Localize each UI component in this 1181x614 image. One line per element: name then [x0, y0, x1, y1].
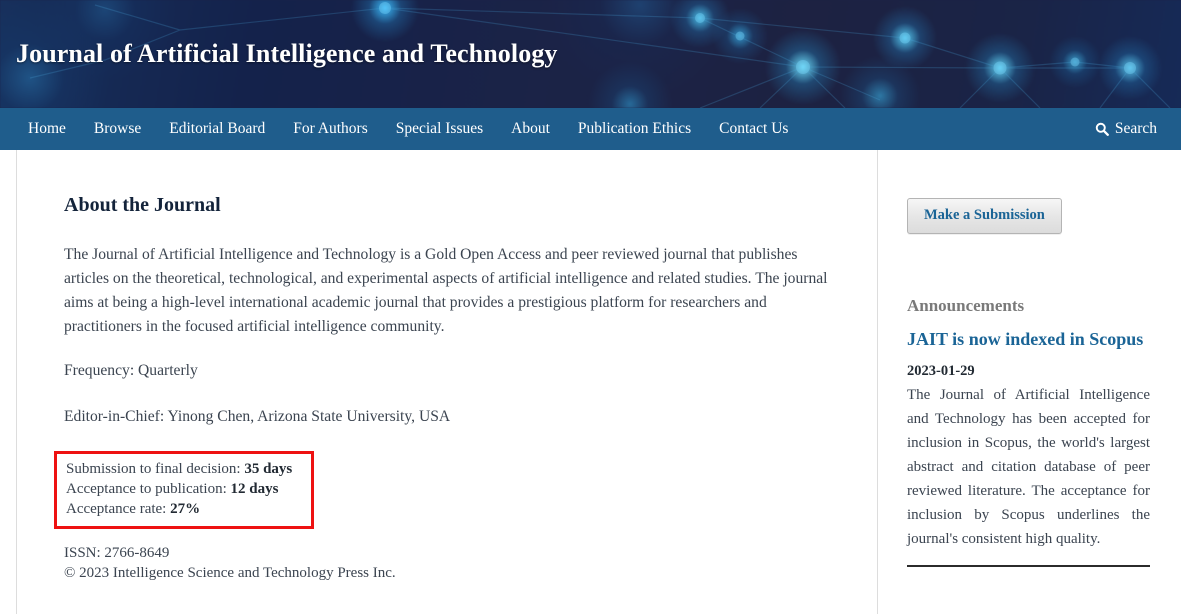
- nav-item-for-authors[interactable]: For Authors: [279, 108, 382, 150]
- left-gutter: [0, 150, 17, 614]
- sidebar: Make a Submission Announcements JAIT is …: [878, 150, 1181, 614]
- page-title: About the Journal: [64, 194, 221, 216]
- nav-item-about[interactable]: About: [497, 108, 564, 150]
- stat-acceptance-rate: Acceptance rate: 27%: [66, 499, 302, 519]
- search-button[interactable]: Search: [1095, 120, 1181, 138]
- nav-item-home[interactable]: Home: [14, 108, 80, 150]
- nav-item-browse[interactable]: Browse: [80, 108, 155, 150]
- search-label: Search: [1114, 120, 1157, 137]
- announcement-title-link[interactable]: JAIT is now indexed in Scopus: [907, 328, 1150, 350]
- announcements-heading: Announcements: [907, 296, 1025, 315]
- stat-label: Submission to final decision:: [66, 461, 241, 477]
- frequency-line: Frequency: Quarterly: [64, 362, 198, 379]
- stat-acceptance-to-publication: Acceptance to publication: 12 days: [66, 479, 302, 499]
- primary-navigation: Home Browse Editorial Board For Authors …: [0, 108, 1181, 150]
- nav-item-publication-ethics[interactable]: Publication Ethics: [564, 108, 705, 150]
- nav-item-list: Home Browse Editorial Board For Authors …: [14, 108, 802, 150]
- nav-item-special-issues[interactable]: Special Issues: [382, 108, 497, 150]
- search-icon: [1095, 122, 1109, 136]
- announcement-body: The Journal of Artificial Intelligence a…: [907, 387, 1150, 547]
- sidebar-divider: [907, 565, 1150, 567]
- site-masthead: Journal of Artificial Intelligence and T…: [0, 0, 1181, 108]
- stat-value: 27%: [170, 501, 201, 517]
- announcement-date: 2023-01-29: [907, 363, 975, 379]
- journal-statistics-box: Submission to final decision: 35 days Ac…: [54, 451, 314, 529]
- stat-label: Acceptance to publication:: [66, 481, 227, 497]
- main-content: About the Journal The Journal of Artific…: [17, 150, 878, 614]
- journal-intro-paragraph: The Journal of Artificial Intelligence a…: [64, 246, 828, 335]
- editor-in-chief-line: Editor-in-Chief: Yinong Chen, Arizona St…: [64, 408, 451, 425]
- stat-label: Acceptance rate:: [66, 501, 167, 517]
- site-title: Journal of Artificial Intelligence and T…: [16, 39, 558, 69]
- nav-item-contact-us[interactable]: Contact Us: [705, 108, 802, 150]
- stat-value: 35 days: [244, 461, 293, 477]
- copyright-line: © 2023 Intelligence Science and Technolo…: [64, 565, 396, 581]
- page-body: About the Journal The Journal of Artific…: [0, 150, 1181, 614]
- make-a-submission-button[interactable]: Make a Submission: [907, 198, 1062, 234]
- nav-item-editorial-board[interactable]: Editorial Board: [155, 108, 279, 150]
- stat-submission-to-decision: Submission to final decision: 35 days: [66, 459, 302, 479]
- issn-line: ISSN: 2766-8649: [64, 545, 170, 561]
- stat-value: 12 days: [230, 481, 279, 497]
